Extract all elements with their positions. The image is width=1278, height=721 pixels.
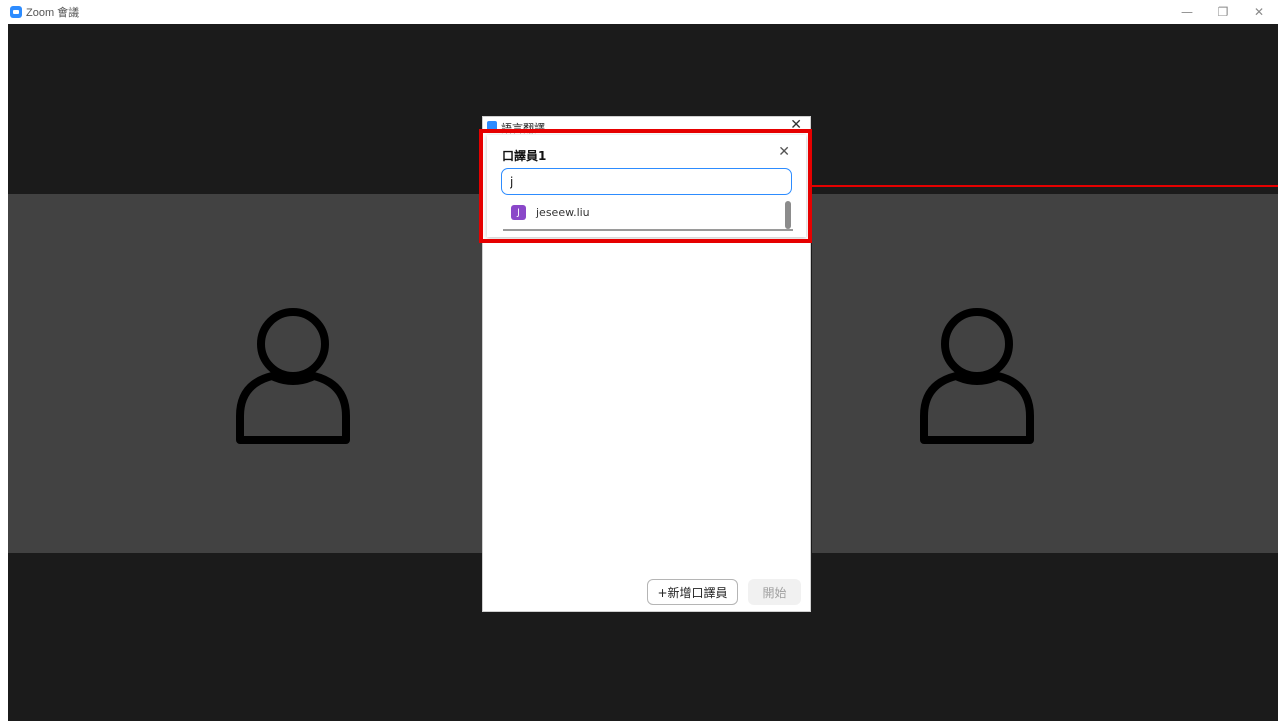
start-button[interactable]: 開始 (748, 579, 801, 605)
person-icon (920, 308, 1034, 444)
restore-button[interactable]: ❐ (1208, 0, 1238, 24)
window-title: Zoom 會議 (26, 7, 80, 19)
title-bar: Zoom 會議 — ❐ ✕ (0, 0, 1278, 24)
minimize-button[interactable]: — (1172, 0, 1202, 24)
annotation-line (812, 185, 1278, 187)
close-window-button[interactable]: ✕ (1244, 0, 1274, 24)
highlight-box (479, 129, 812, 243)
person-icon (236, 308, 350, 444)
add-interpreter-button[interactable]: +新增口譯員 (647, 579, 738, 605)
video-tile-participant-2[interactable] (812, 194, 1278, 553)
video-tile-participant-1[interactable] (8, 194, 482, 553)
zoom-logo-icon (10, 6, 22, 18)
